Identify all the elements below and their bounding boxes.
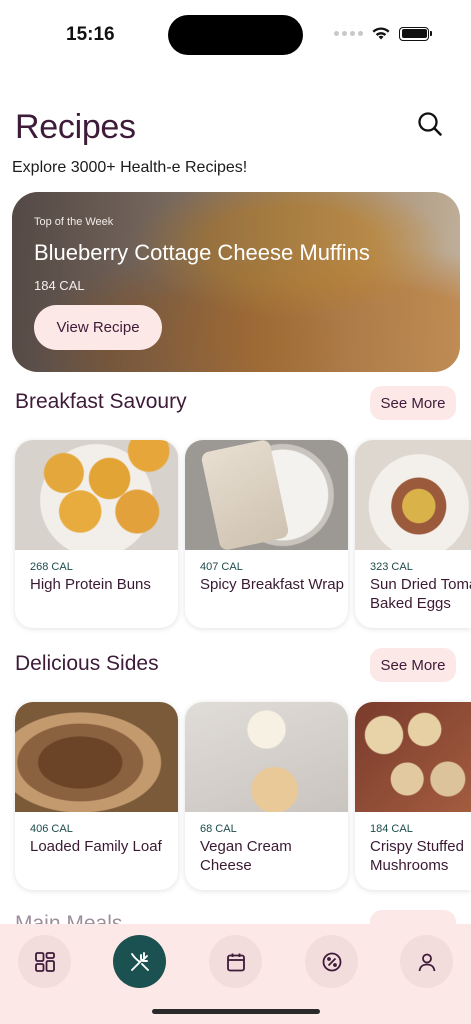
- featured-calories: 184 CAL: [34, 278, 85, 293]
- recipe-calories: 184 CAL: [370, 823, 413, 835]
- recipe-calories: 406 CAL: [30, 823, 73, 835]
- view-recipe-button[interactable]: View Recipe: [34, 305, 162, 350]
- dashboard-icon: [34, 951, 55, 972]
- tab-recipes[interactable]: [113, 935, 166, 988]
- see-more-breakfast-button[interactable]: See More: [370, 386, 456, 420]
- page-subtitle: Explore 3000+ Health-e Recipes!: [12, 159, 248, 176]
- bottom-tab-bar: [0, 924, 471, 1024]
- recipe-calories: 68 CAL: [200, 823, 237, 835]
- recipe-card[interactable]: 406 CAL Loaded Family Loaf: [15, 702, 178, 890]
- recipe-card[interactable]: 268 CAL High Protein Buns: [15, 440, 178, 628]
- tab-planner[interactable]: [209, 935, 262, 988]
- recipe-name: High Protein Buns: [30, 576, 151, 593]
- featured-label: Top of the Week: [34, 216, 114, 228]
- featured-title: Blueberry Cottage Cheese Muffins: [34, 240, 370, 265]
- status-icons: [334, 26, 432, 41]
- recipe-image: [355, 702, 471, 812]
- recipe-image: [355, 440, 471, 550]
- see-more-sides-button[interactable]: See More: [370, 648, 456, 682]
- recipe-name: Loaded Family Loaf: [30, 838, 162, 855]
- tab-profile[interactable]: [400, 935, 453, 988]
- recipe-card[interactable]: 407 CAL Spicy Breakfast Wrap: [185, 440, 348, 628]
- section-title-breakfast: Breakfast Savoury: [15, 390, 187, 413]
- recipe-image: [185, 702, 348, 812]
- section-title-sides: Delicious Sides: [15, 652, 159, 675]
- recipe-name: Vegan Cream Cheese: [200, 838, 292, 874]
- discount-icon: [322, 952, 341, 971]
- recipe-calories: 323 CAL: [370, 561, 413, 573]
- status-time: 15:16: [66, 24, 115, 45]
- recipe-calories: 407 CAL: [200, 561, 243, 573]
- wifi-icon: [372, 27, 390, 40]
- calendar-icon: [226, 953, 245, 971]
- recipe-name: Crispy Stuffed Mushrooms: [370, 838, 464, 874]
- tab-offers[interactable]: [305, 935, 358, 988]
- search-icon: [418, 112, 442, 136]
- recipe-image: [185, 440, 348, 550]
- dynamic-island: [168, 15, 303, 55]
- recipes-icon: [130, 951, 149, 971]
- search-button[interactable]: [416, 110, 444, 138]
- profile-icon: [418, 953, 435, 971]
- home-indicator: [152, 1009, 320, 1014]
- featured-recipe-card[interactable]: Top of the Week Blueberry Cottage Cheese…: [12, 192, 460, 372]
- status-bar: 15:16: [0, 0, 471, 70]
- recipe-name: Sun Dried Tomato Baked Eggs: [370, 576, 471, 612]
- recipe-calories: 268 CAL: [30, 561, 73, 573]
- recipe-card[interactable]: 323 CAL Sun Dried Tomato Baked Eggs: [355, 440, 471, 628]
- tab-dashboard[interactable]: [18, 935, 71, 988]
- page-title: Recipes: [15, 108, 136, 146]
- recipe-image: [15, 440, 178, 550]
- recipe-name: Spicy Breakfast Wrap: [200, 576, 344, 593]
- recipe-card[interactable]: 68 CAL Vegan Cream Cheese: [185, 702, 348, 890]
- recipe-image: [15, 702, 178, 812]
- recipe-card[interactable]: 184 CAL Crispy Stuffed Mushrooms: [355, 702, 471, 890]
- signal-icon: [334, 31, 363, 36]
- battery-icon: [399, 26, 432, 41]
